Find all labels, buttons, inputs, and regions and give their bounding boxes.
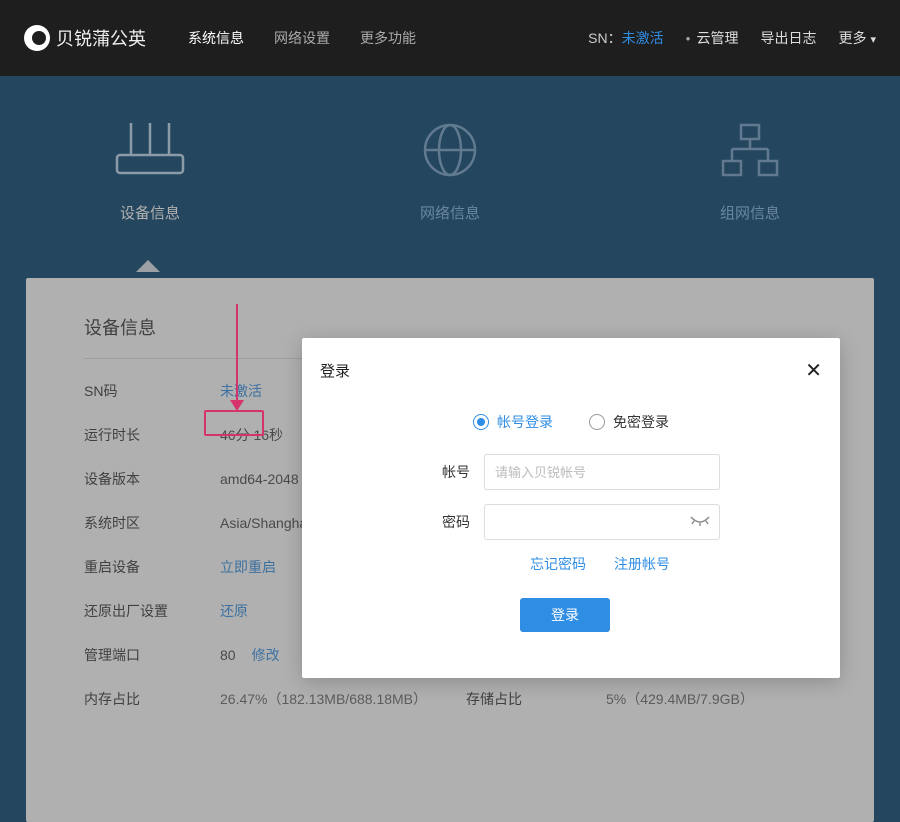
password-input[interactable]: [484, 504, 720, 540]
modal-title: 登录: [320, 360, 350, 381]
nav-system-info[interactable]: 系统信息: [188, 28, 244, 48]
account-label: 帐号: [422, 462, 470, 482]
more-menu[interactable]: 更多: [838, 28, 876, 48]
login-button[interactable]: 登录: [520, 598, 610, 632]
login-tab-noauth[interactable]: 免密登录: [589, 412, 669, 432]
account-input[interactable]: [484, 454, 720, 490]
password-label: 密码: [422, 512, 470, 532]
radio-label: 帐号登录: [497, 412, 553, 432]
cloud-manage-link[interactable]: 云管理: [686, 28, 739, 48]
radio-icon: [589, 414, 605, 430]
top-nav: 系统信息 网络设置 更多功能: [188, 28, 416, 48]
radio-label: 免密登录: [613, 412, 669, 432]
close-icon[interactable]: ✕: [805, 358, 822, 383]
nav-network-settings[interactable]: 网络设置: [274, 28, 330, 48]
sn-value: 未激活: [622, 30, 664, 46]
export-log-link[interactable]: 导出日志: [760, 28, 816, 48]
nav-more-features[interactable]: 更多功能: [360, 28, 416, 48]
logo-icon: [24, 25, 50, 51]
topbar: 贝锐蒲公英 系统信息 网络设置 更多功能 SN：未激活 云管理 导出日志 更多: [0, 0, 900, 76]
sn-label: SN：: [588, 30, 621, 46]
logo-text: 贝锐蒲公英: [56, 25, 146, 51]
login-tab-account[interactable]: 帐号登录: [473, 412, 553, 432]
top-right: SN：未激活 云管理 导出日志 更多: [588, 28, 876, 48]
toggle-password-icon[interactable]: [690, 513, 710, 532]
register-link[interactable]: 注册帐号: [614, 554, 670, 574]
login-type-tabs: 帐号登录 免密登录: [320, 412, 822, 432]
radio-icon: [473, 414, 489, 430]
login-modal: 登录 ✕ 帐号登录 免密登录 帐号 密码: [302, 338, 840, 678]
logo[interactable]: 贝锐蒲公英: [24, 25, 146, 51]
sn-status[interactable]: SN：未激活: [588, 28, 663, 48]
forgot-password-link[interactable]: 忘记密码: [530, 554, 586, 574]
